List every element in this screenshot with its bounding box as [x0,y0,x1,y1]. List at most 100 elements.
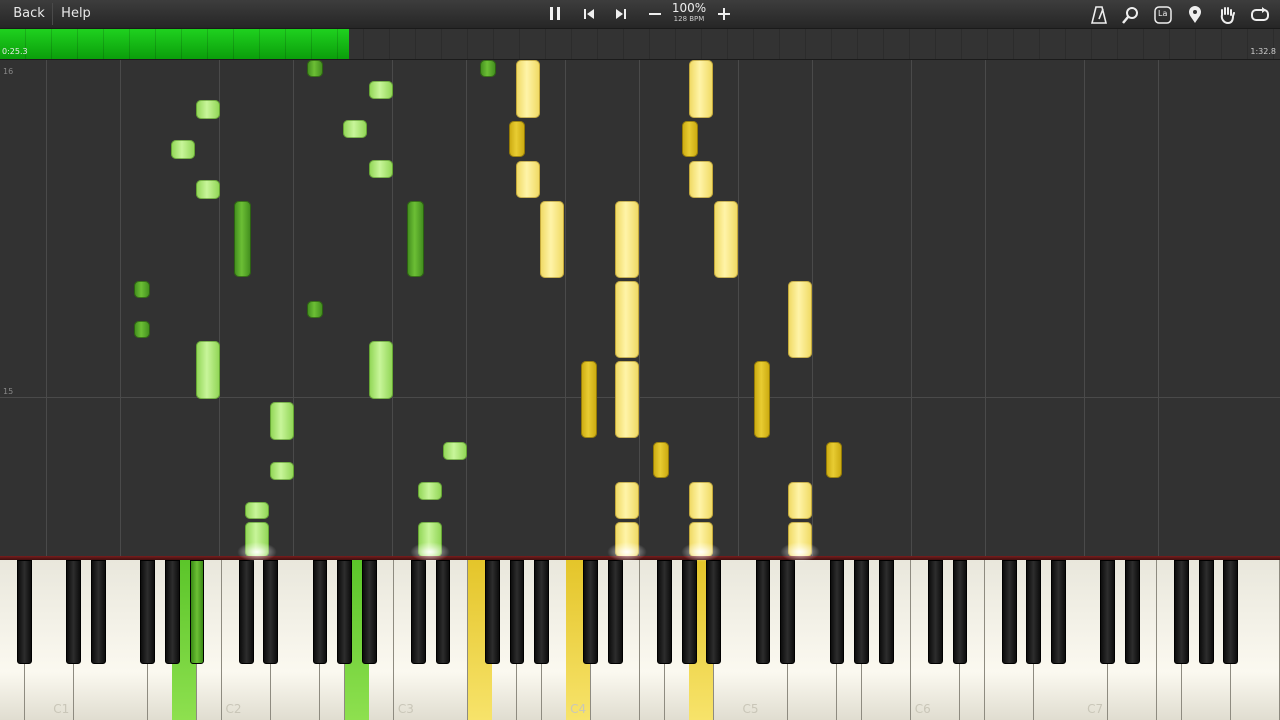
song-progress-bar[interactable] [0,29,1280,60]
black-key-fs6[interactable] [1001,560,1017,664]
loop-icon [1251,7,1269,21]
octave-label-c3: C3 [397,702,414,716]
note-block-green [418,482,442,500]
note-block-yellow [509,121,525,157]
octave-label-c7: C7 [1087,702,1104,716]
black-key-cs6[interactable] [928,560,943,664]
note-block-yellow [615,281,639,358]
black-key-ds5[interactable] [780,560,796,664]
bookmark-button[interactable] [1184,3,1206,25]
note-block-yellow [581,361,597,438]
black-key-fs1[interactable] [140,560,156,664]
back-button[interactable]: Back [6,3,53,25]
note-block-green [369,160,393,178]
grid-line [812,60,813,557]
note-block-green [480,60,496,77]
grid-line [1158,60,1159,557]
black-key-gs6[interactable] [1026,560,1042,664]
note-labels-button[interactable]: La [1152,3,1174,25]
plus-icon [718,8,730,20]
black-key-cs5[interactable] [755,560,771,664]
speed-down-button[interactable] [644,3,666,25]
grid-line [120,60,121,557]
black-key-as0[interactable] [17,560,32,664]
speed-percent: 100% [671,1,707,15]
black-key-as2[interactable] [361,560,377,664]
black-key-as5[interactable] [878,560,894,664]
white-key-c8[interactable] [1255,560,1280,720]
search-button[interactable] [1120,3,1142,25]
note-block-yellow [682,121,698,157]
black-key-ds4[interactable] [608,560,623,664]
search-icon [1122,7,1138,24]
black-key-cs4[interactable] [583,560,599,664]
black-key-gs7[interactable] [1198,560,1214,664]
grid-line [985,60,986,557]
hit-sparkle [780,542,820,562]
previous-button[interactable] [578,3,600,25]
black-key-fs3[interactable] [484,560,500,664]
black-key-fs7[interactable] [1174,560,1189,664]
black-key-ds1[interactable] [91,560,106,664]
help-button[interactable]: Help [56,3,96,25]
note-block-green [270,402,294,440]
black-key-ds7[interactable] [1124,560,1140,664]
black-key-fs5[interactable] [829,560,845,664]
tempo-bpm: 128 BPM [673,15,705,23]
top-toolbar: Back Help 100% 128 BPM La [0,0,1280,29]
grid-line [639,60,640,557]
note-block-green [134,321,150,338]
note-block-yellow [689,161,713,198]
black-key-gs3[interactable] [509,560,525,664]
black-key-as1[interactable] [189,560,205,664]
metronome-button[interactable] [1088,3,1110,25]
hit-sparkle [607,542,647,562]
black-key-gs4[interactable] [681,560,697,664]
hand-icon [1220,7,1235,24]
note-block-yellow [689,60,713,118]
measure-number: 16 [3,67,14,76]
minus-icon [649,13,661,15]
black-key-ds6[interactable] [952,560,968,664]
octave-label-c2: C2 [225,702,242,716]
note-block-green [407,201,424,277]
note-block-yellow [689,482,713,519]
note-block-yellow [826,442,842,478]
note-block-green [245,502,269,519]
grid-line [392,60,393,557]
pause-button[interactable] [544,3,566,25]
note-block-green [343,120,367,138]
total-time: 1:32.8 [1250,47,1276,56]
note-block-green [196,180,220,199]
black-key-as7[interactable] [1223,560,1239,664]
grid-line [219,60,220,557]
grid-line [293,60,294,557]
black-key-ds3[interactable] [435,560,451,664]
hit-sparkle [410,542,450,562]
previous-icon [584,9,594,19]
black-key-gs2[interactable] [337,560,352,664]
black-key-as4[interactable] [706,560,722,664]
black-key-as3[interactable] [534,560,549,664]
note-block-green [307,301,323,318]
note-block-yellow [653,442,669,478]
note-block-yellow [788,281,812,358]
loop-button[interactable] [1248,3,1272,25]
black-key-fs2[interactable] [312,560,328,664]
black-key-cs7[interactable] [1100,560,1116,664]
black-key-as6[interactable] [1051,560,1066,664]
black-key-ds2[interactable] [263,560,279,664]
black-key-cs3[interactable] [411,560,426,664]
location-pin-icon [1189,6,1201,23]
black-key-gs5[interactable] [854,560,869,664]
black-key-fs4[interactable] [657,560,672,664]
next-button[interactable] [610,3,632,25]
piano-keyboard: C1 C2 C3 C4 C5 C6 C7 [0,560,1280,720]
note-block-green [369,341,393,399]
black-key-cs1[interactable] [66,560,82,664]
hands-button[interactable] [1216,3,1238,25]
synthesia-player: Back Help 100% 128 BPM La 0:25.3 1:32.8 … [0,0,1280,720]
speed-up-button[interactable] [713,3,735,25]
black-key-gs1[interactable] [164,560,180,664]
black-key-cs2[interactable] [238,560,254,664]
